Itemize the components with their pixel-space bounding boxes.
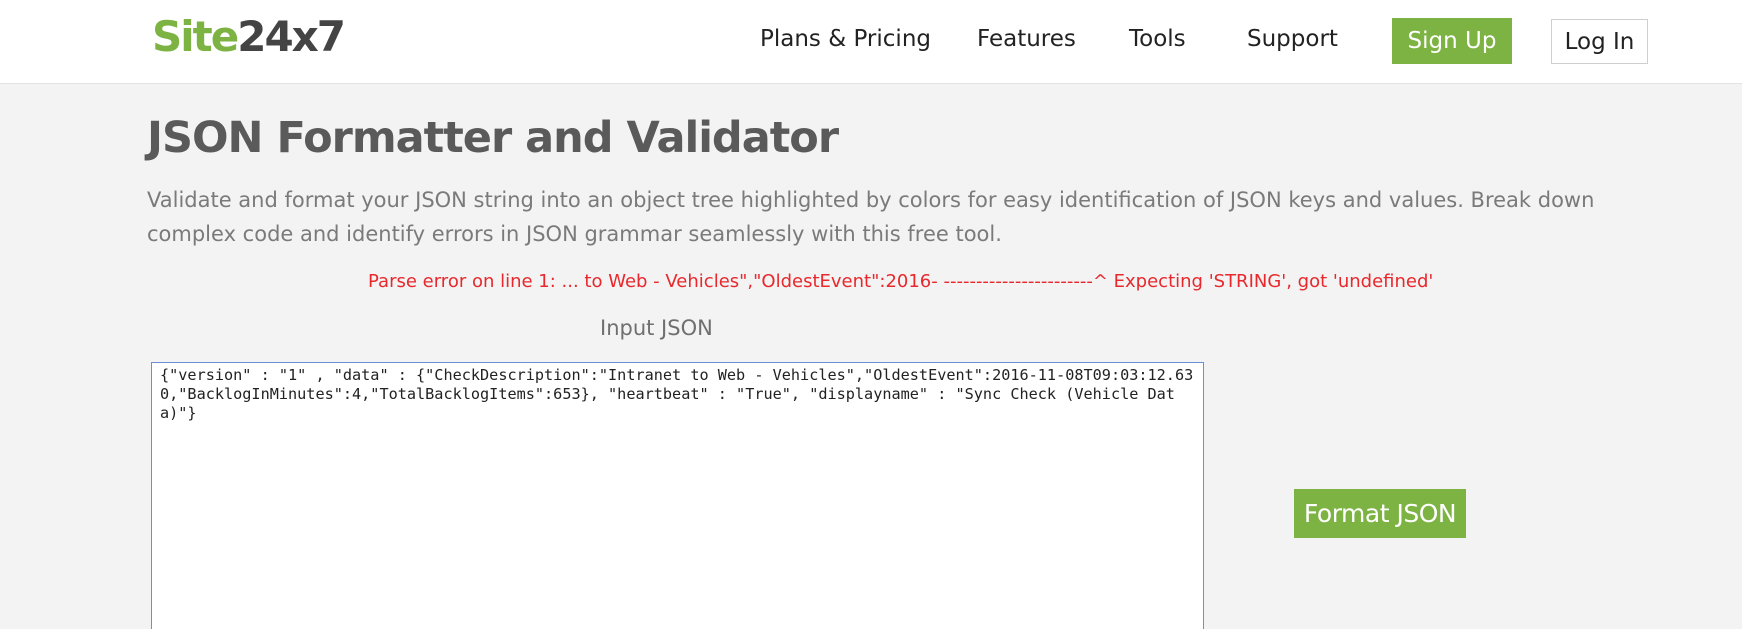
page-title: JSON Formatter and Validator xyxy=(147,113,839,163)
input-json-label: Input JSON xyxy=(600,316,713,340)
logo-text-24x7: 24x7 xyxy=(237,12,346,61)
format-json-button[interactable]: Format JSON xyxy=(1294,489,1466,538)
site24x7-logo[interactable]: Site24x7 xyxy=(152,12,346,62)
nav-plans-pricing[interactable]: Plans & Pricing xyxy=(760,24,931,54)
json-input-textarea[interactable]: {"version" : "1" , "data" : {"CheckDescr… xyxy=(151,362,1204,629)
sign-up-button[interactable]: Sign Up xyxy=(1392,18,1512,64)
nav-tools[interactable]: Tools xyxy=(1129,24,1186,54)
logo-text-site: Site xyxy=(152,12,239,61)
nav-support[interactable]: Support xyxy=(1247,24,1338,54)
site-header: Site24x7 Plans & Pricing Features Tools … xyxy=(0,0,1742,84)
parse-error-message: Parse error on line 1: ... to Web - Vehi… xyxy=(368,271,1434,292)
log-in-button[interactable]: Log In xyxy=(1551,19,1648,64)
page-description: Validate and format your JSON string int… xyxy=(147,188,1595,246)
nav-features[interactable]: Features xyxy=(977,24,1076,54)
